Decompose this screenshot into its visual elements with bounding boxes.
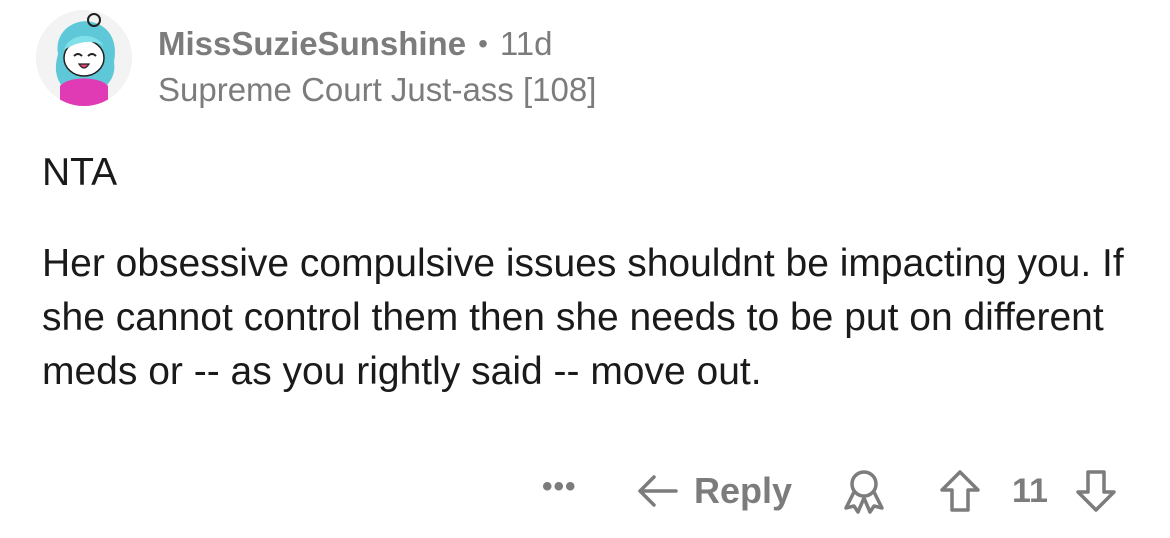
avatar-icon: [36, 10, 132, 106]
comment-paragraph: NTA: [42, 151, 118, 194]
downvote-button[interactable]: [1074, 468, 1118, 519]
meta-row: MissSuzieSunshine • 11d: [158, 24, 596, 64]
vote-count: 11: [1012, 472, 1048, 510]
upvote-button[interactable]: [938, 468, 982, 519]
comment-body: NTA Her obsessive compulsive issues shou…: [42, 146, 1132, 399]
meta-separator: •: [478, 28, 488, 59]
award-button[interactable]: [840, 468, 888, 519]
downvote-arrow-icon: [1076, 470, 1116, 512]
upvote-arrow-icon: [940, 470, 980, 512]
user-flair: Supreme Court Just-ass [108]: [158, 71, 597, 108]
more-options-icon[interactable]: •••: [542, 470, 577, 504]
comment-actions: ••• Reply 11: [0, 466, 1170, 516]
comment-paragraph: Her obsessive compulsive issues shouldnt…: [42, 242, 1124, 393]
comment-age: 11d: [499, 25, 553, 62]
reply-arrow-icon: [638, 475, 678, 507]
reply-button[interactable]: Reply: [636, 468, 792, 514]
comment: MissSuzieSunshine • 11d Supreme Court Ju…: [0, 0, 1170, 538]
avatar[interactable]: [36, 10, 132, 106]
award-icon: [844, 470, 884, 514]
reply-label: Reply: [694, 470, 793, 511]
comment-meta: MissSuzieSunshine • 11d Supreme Court Ju…: [158, 24, 596, 110]
username-link[interactable]: MissSuzieSunshine: [158, 24, 466, 64]
